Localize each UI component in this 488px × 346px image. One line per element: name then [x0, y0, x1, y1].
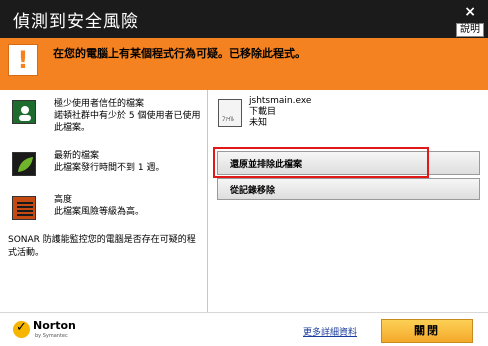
warning-icon: ! — [8, 44, 38, 76]
file-folder: 下載目 — [249, 107, 277, 117]
footer: ✓ Norton by Symantec 更多詳細資料 關閉 — [0, 312, 488, 346]
details-panel: 極少使用者信任的檔案 諾頓社群中有少於 5 個使用者已使用此檔案。 最新的檔案 … — [0, 90, 207, 310]
file-info: jshtsmain.exe 下載目 未知 — [249, 96, 311, 129]
file-icon: ﾌｧｲﾙ — [218, 99, 242, 127]
norton-check-icon: ✓ — [13, 320, 30, 338]
detail-newness-text: 此檔案發行時間不到 1 週。 — [54, 163, 165, 173]
file-name: jshtsmain.exe — [249, 96, 312, 106]
norton-logo: Norton — [33, 319, 76, 332]
remove-from-log-button[interactable]: 從記錄移除 — [217, 178, 480, 200]
detail-severity-title: 高度 — [54, 195, 73, 205]
title-bar: 偵測到安全風險 × 說明 — [0, 0, 488, 38]
detail-newness-title: 最新的檔案 — [54, 151, 100, 161]
detail-severity-text: 此檔案風險等級為高。 — [54, 207, 145, 217]
file-icon-label: ﾌｧｲﾙ — [222, 116, 235, 123]
window-title: 偵測到安全風險 — [13, 12, 139, 32]
file-status: 未知 — [249, 118, 268, 128]
detail-trust-title: 極少使用者信任的檔案 — [54, 99, 145, 109]
alert-message: 在您的電腦上有某個程式行為可疑。已移除此程式。 — [53, 47, 306, 60]
help-link[interactable]: 說明 — [456, 23, 484, 37]
severity-bars-icon — [12, 196, 36, 220]
panel-divider — [207, 90, 208, 312]
close-icon[interactable]: × — [464, 4, 476, 20]
users-icon — [12, 100, 36, 124]
leaf-icon — [12, 152, 36, 176]
close-button[interactable]: 關閉 — [381, 319, 473, 343]
restore-exclude-button[interactable]: 還原並排除此檔案 — [217, 151, 480, 175]
norton-logo-sub: by Symantec — [35, 333, 68, 339]
warning-glyph: ! — [17, 46, 29, 74]
alert-banner: ! 在您的電腦上有某個程式行為可疑。已移除此程式。 — [0, 38, 488, 90]
sonar-note: SONAR 防護能監控您的電腦是否存在可疑的程式活動。 — [8, 235, 196, 258]
more-details-link[interactable]: 更多詳細資料 — [303, 325, 357, 338]
detail-trust-text: 諾頓社群中有少於 5 個使用者已使用此檔案。 — [54, 111, 201, 133]
